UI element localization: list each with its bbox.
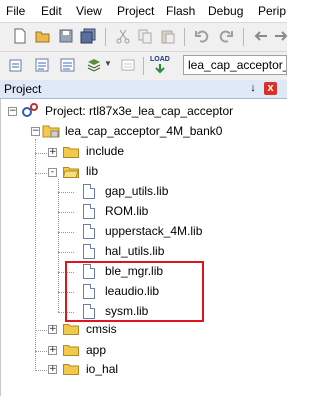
target-folder-icon [42,125,60,138]
cut-icon[interactable] [115,28,131,44]
menu-view[interactable]: View [76,4,102,18]
target-select[interactable]: lea_cap_acceptor_4 [183,55,287,75]
horizontal-scrollbar[interactable] [0,396,287,413]
tree-line [58,212,74,213]
panel-title: Project [4,82,42,96]
tree-line [58,232,74,233]
navigate-back-icon[interactable] [253,28,269,44]
new-file-icon[interactable] [12,28,28,44]
copy-icon[interactable] [137,28,153,44]
close-icon[interactable]: x [264,82,277,95]
collapse-icon[interactable]: - [48,168,57,177]
expand-icon[interactable]: + [48,346,57,355]
folder-icon [63,364,79,375]
build-toolbar: ▼ LOAD lea_cap_acceptor_4 [0,51,287,81]
navigate-forward-icon[interactable] [273,28,289,44]
tree-line [35,330,49,331]
collapse-icon[interactable]: − [31,127,40,136]
file-icon [83,244,95,259]
translate-icon[interactable] [8,57,24,73]
file-label: upperstack_4M.lib [105,224,203,238]
batch-build-icon[interactable] [86,57,102,73]
tree-line [35,153,49,154]
file-icon [83,184,95,199]
folder-label: io_hal [86,362,119,376]
folder-label: lib [86,164,99,178]
project-label: Project: rtl87x3e_lea_cap_acceptor [45,104,234,118]
collapse-icon[interactable]: − [8,107,17,116]
folder-label: include [86,144,125,158]
tree-line [58,192,74,193]
menu-edit[interactable]: Edit [41,4,62,18]
expand-icon[interactable]: + [48,148,57,157]
toolbar-separator [143,57,144,75]
file-toolbar [0,22,289,51]
stop-build-icon[interactable] [120,57,136,73]
menu-peripherals[interactable]: Perip [258,4,286,18]
project-panel-header: Project ↓ x [0,80,287,99]
tree-line [35,351,49,352]
project-gear-icon [22,103,38,117]
menu-project[interactable]: Project [117,4,154,18]
load-label: LOAD [150,56,170,63]
menu-debug[interactable]: Debug [208,4,243,18]
rebuild-icon[interactable] [60,57,76,73]
file-label: hal_utils.lib [105,244,165,258]
file-icon [83,204,95,219]
toolbar-separator [105,28,106,46]
folder-icon [63,147,79,158]
folder-label: cmsis [86,322,117,336]
menu-file[interactable]: File [6,4,25,18]
save-icon[interactable] [58,28,74,44]
pin-icon[interactable]: ↓ [246,81,260,95]
menu-bar: File Edit View Project Flash Debug Perip [0,0,287,22]
folder-icon [63,345,79,356]
expand-icon[interactable]: + [48,325,57,334]
highlight-box [65,261,204,322]
expand-icon[interactable]: + [48,365,57,374]
build-icon[interactable] [34,57,50,73]
save-all-icon[interactable] [80,28,96,44]
tree-line [35,370,49,371]
menu-flash[interactable]: Flash [166,4,195,18]
file-label: ROM.lib [105,204,149,218]
download-arrow-icon [155,64,165,74]
file-icon [83,224,95,239]
toolbar-separator [243,28,244,46]
tree-line [58,252,74,253]
redo-icon[interactable] [218,28,234,44]
open-folder-icon [63,167,79,178]
folder-icon [63,324,79,335]
load-download-icon[interactable]: LOAD [150,56,170,75]
folder-label: app [86,343,107,357]
open-folder-icon[interactable] [35,28,51,44]
toolbar-separator [184,28,185,46]
batch-build-dropdown-icon[interactable]: ▼ [104,59,112,68]
file-label: gap_utils.lib [105,184,169,198]
tree-line [35,173,49,174]
target-label: lea_cap_acceptor_4M_bank0 [65,124,223,138]
undo-icon[interactable] [194,28,210,44]
paste-icon[interactable] [160,28,176,44]
